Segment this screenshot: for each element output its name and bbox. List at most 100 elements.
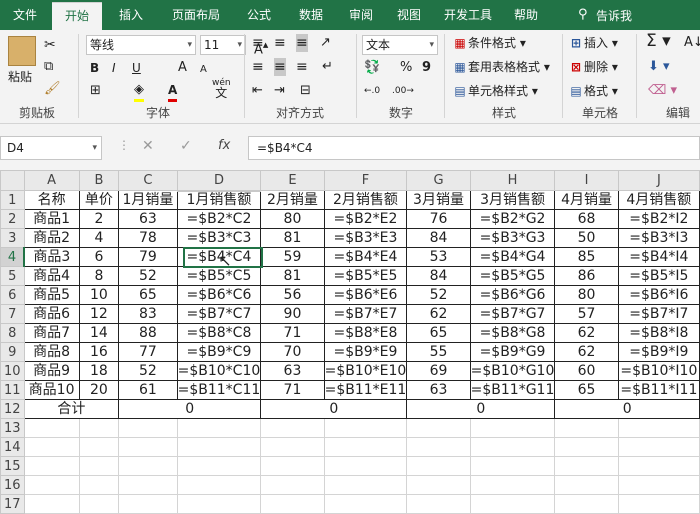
cell-A10[interactable]: 商品9 (23, 361, 80, 381)
cell-B13[interactable] (78, 418, 120, 438)
cell-A15[interactable] (23, 456, 80, 476)
cell-E6[interactable]: 56 (260, 285, 325, 305)
column-header-H[interactable]: H (469, 170, 556, 191)
column-header-J[interactable]: J (617, 170, 700, 191)
cell-H17[interactable] (469, 494, 556, 514)
percent-button[interactable]: % (400, 59, 412, 77)
align-center-icon[interactable]: ≡ (274, 58, 286, 76)
cell-B6[interactable]: 10 (78, 285, 120, 305)
total-value[interactable]: 0 (260, 399, 408, 419)
cell-C7[interactable]: 83 (118, 304, 178, 324)
cell-D3[interactable]: =$B3*C3 (176, 228, 262, 248)
cell-F1[interactable]: 2月销售额 (323, 190, 408, 210)
row-header-16[interactable]: 16 (0, 475, 25, 495)
search-icon[interactable]: ⚲ (578, 7, 588, 22)
cell-B7[interactable]: 12 (78, 304, 120, 324)
delete-cells-button[interactable]: ⊠ 删除 ▾ (568, 58, 618, 76)
clear-icon[interactable]: ⌫ ▾ (648, 82, 677, 100)
cell-B1[interactable]: 单价 (78, 190, 120, 210)
cell-J2[interactable]: =$B2*I2 (617, 209, 700, 229)
cell-B17[interactable] (78, 494, 120, 514)
font-size-select[interactable]: 11 ▾ (200, 35, 246, 55)
cell-C15[interactable] (118, 456, 178, 476)
align-right-icon[interactable]: ≡ (296, 58, 308, 76)
cell-E4[interactable]: 59 (260, 247, 325, 267)
cell-J15[interactable] (617, 456, 700, 476)
fill-icon[interactable]: ⬇ ▾ (648, 58, 670, 76)
cell-I16[interactable] (554, 475, 619, 495)
cell-J16[interactable] (617, 475, 700, 495)
cell-H3[interactable]: =$B3*G3 (469, 228, 556, 248)
cell-I9[interactable]: 62 (554, 342, 619, 362)
insert-cells-button[interactable]: ⊞ 插入 ▾ (568, 34, 618, 52)
insert-function-button[interactable]: fx (218, 138, 230, 153)
cell-G17[interactable] (406, 494, 471, 514)
align-middle-icon[interactable]: ≡ (274, 34, 286, 52)
cell-E15[interactable] (260, 456, 325, 476)
row-header-12[interactable]: 12 (0, 399, 25, 419)
cell-I2[interactable]: 68 (554, 209, 619, 229)
font-name-select[interactable]: 等线 ▾ (86, 35, 196, 55)
cell-G10[interactable]: 69 (406, 361, 471, 381)
cell-B3[interactable]: 4 (78, 228, 120, 248)
cell-A2[interactable]: 商品1 (23, 209, 80, 229)
decrease-decimal-icon[interactable]: .00→ (392, 82, 414, 100)
cell-E2[interactable]: 80 (260, 209, 325, 229)
cell-F13[interactable] (323, 418, 408, 438)
cell-D8[interactable]: =$B8*C8 (176, 323, 262, 343)
cell-H10[interactable]: =$B10*G10 (469, 361, 556, 381)
cut-icon[interactable]: ✂ (44, 36, 56, 54)
column-header-A[interactable]: A (23, 170, 80, 191)
enter-icon[interactable]: ✓ (180, 138, 192, 154)
cell-C4[interactable]: 79 (118, 247, 178, 267)
cell-F8[interactable]: =$B8*E8 (323, 323, 408, 343)
cell-G13[interactable] (406, 418, 471, 438)
cell-B2[interactable]: 2 (78, 209, 120, 229)
cell-E14[interactable] (260, 437, 325, 457)
cell-A11[interactable]: 商品10 (23, 380, 80, 400)
cell-J8[interactable]: =$B8*I8 (617, 323, 700, 343)
row-header-7[interactable]: 7 (0, 304, 25, 324)
row-header-11[interactable]: 11 (0, 380, 25, 400)
cell-F3[interactable]: =$B3*E3 (323, 228, 408, 248)
cell-D15[interactable] (176, 456, 262, 476)
phonetic-guide-button[interactable]: wén 文 (212, 78, 231, 100)
cell-A4[interactable]: 商品3 (23, 247, 80, 267)
cell-D7[interactable]: =$B7*C7 (176, 304, 262, 324)
number-format-select[interactable]: 文本 ▾ (362, 35, 438, 55)
cell-F15[interactable] (323, 456, 408, 476)
font-shrink-button[interactable]: A (200, 61, 207, 79)
select-all-corner[interactable] (0, 170, 25, 191)
cell-B15[interactable] (78, 456, 120, 476)
align-bottom-icon[interactable]: ≡ (296, 34, 308, 52)
cell-C11[interactable]: 61 (118, 380, 178, 400)
cell-D6[interactable]: =$B6*C6 (176, 285, 262, 305)
row-header-17[interactable]: 17 (0, 494, 25, 514)
currency-icon[interactable]: 💱 (364, 59, 380, 77)
cell-A1[interactable]: 名称 (23, 190, 80, 210)
name-box[interactable]: D4 ▾ (0, 136, 102, 160)
cell-H8[interactable]: =$B8*G8 (469, 323, 556, 343)
align-left-icon[interactable]: ≡ (252, 58, 264, 76)
cell-I5[interactable]: 86 (554, 266, 619, 286)
cell-C2[interactable]: 63 (118, 209, 178, 229)
cell-H1[interactable]: 3月销售额 (469, 190, 556, 210)
cell-E3[interactable]: 81 (260, 228, 325, 248)
total-value[interactable]: 0 (406, 399, 556, 419)
cell-E11[interactable]: 71 (260, 380, 325, 400)
merge-center-icon[interactable]: ⊟ (300, 82, 311, 100)
cell-H14[interactable] (469, 437, 556, 457)
cell-D11[interactable]: =$B11*C11 (176, 380, 262, 400)
cell-G9[interactable]: 55 (406, 342, 471, 362)
cell-D14[interactable] (176, 437, 262, 457)
cell-B14[interactable] (78, 437, 120, 457)
fill-color-icon[interactable]: ◈ (134, 81, 144, 102)
tab-7[interactable]: 视图 (386, 0, 432, 30)
row-header-15[interactable]: 15 (0, 456, 25, 476)
cell-I7[interactable]: 57 (554, 304, 619, 324)
cell-J3[interactable]: =$B3*I3 (617, 228, 700, 248)
column-header-G[interactable]: G (406, 170, 471, 191)
cell-A6[interactable]: 商品5 (23, 285, 80, 305)
cell-J10[interactable]: =$B10*I10 (617, 361, 700, 381)
cell-I17[interactable] (554, 494, 619, 514)
